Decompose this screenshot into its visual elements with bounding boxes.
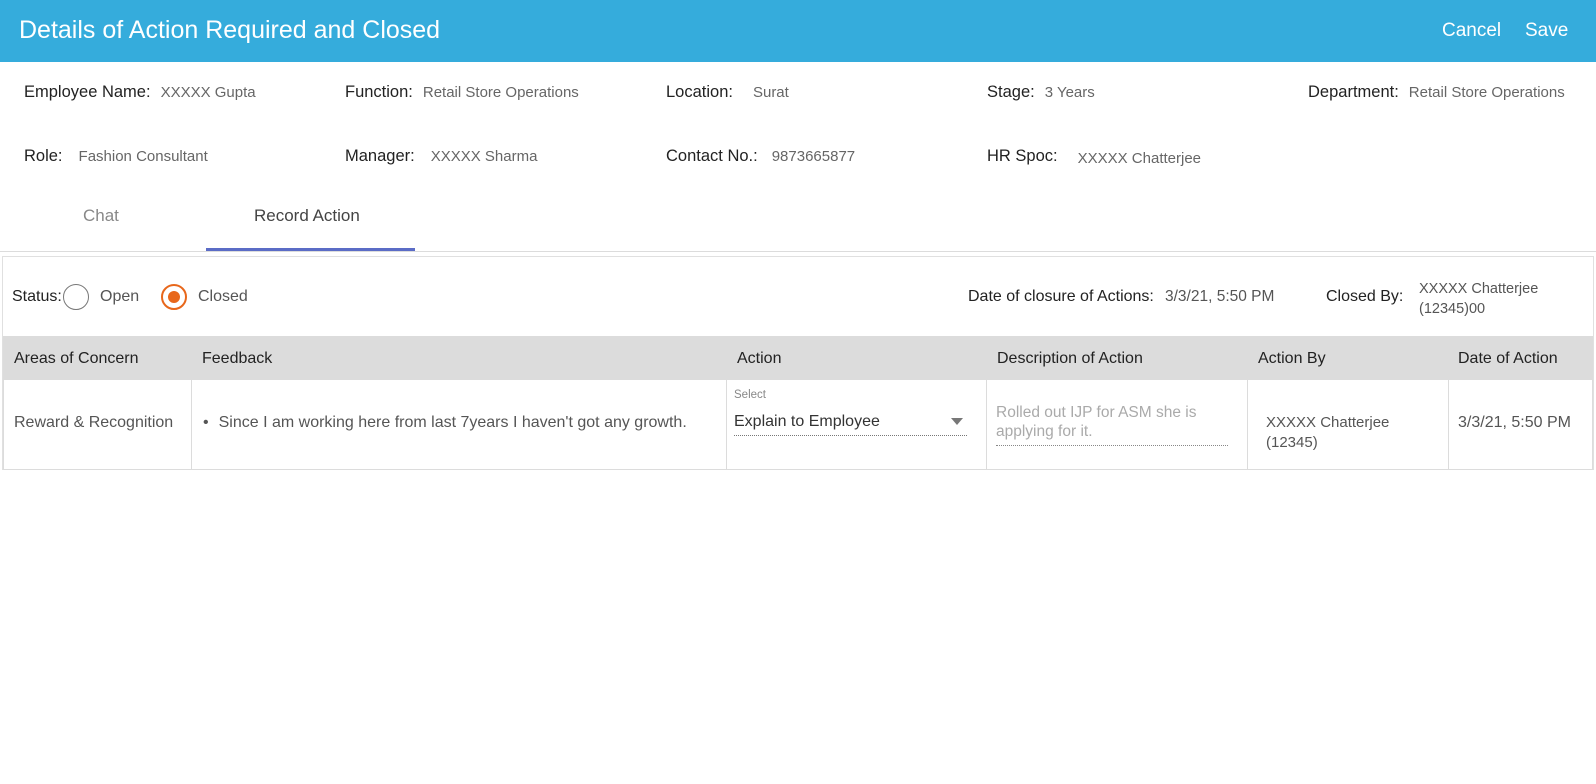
- cell-divider: [1592, 380, 1593, 470]
- hr-spoc-label: HR Spoc:: [987, 147, 1058, 165]
- column-header-description: Description of Action: [997, 350, 1143, 367]
- cell-divider: [1247, 380, 1248, 470]
- column-header-action: Action: [737, 350, 782, 367]
- manager-value: XXXXX Sharma: [430, 148, 538, 165]
- role-value: Fashion Consultant: [78, 148, 208, 165]
- closed-by-value: XXXXX Chatterjee (12345)00: [1419, 281, 1539, 317]
- bullet-icon: •: [203, 414, 209, 431]
- hr-spoc-value: XXXXX Chatterjee: [1077, 150, 1202, 167]
- status-open-label[interactable]: Open: [100, 288, 139, 306]
- location-value: Surat: [752, 84, 789, 101]
- manager-field: Manager: XXXXX Sharma: [345, 147, 537, 166]
- closure-date-value: 3/3/21, 5:50 PM: [1165, 288, 1275, 305]
- function-label: Function:: [345, 83, 413, 101]
- location-label: Location:: [666, 83, 733, 101]
- cell-divider: [191, 380, 192, 470]
- contact-label: Contact No.:: [666, 147, 758, 165]
- column-header-action-by: Action By: [1258, 350, 1326, 367]
- function-value: Retail Store Operations: [422, 84, 579, 101]
- cell-divider: [726, 380, 727, 470]
- app-header: Details of Action Required and Closed Ca…: [0, 0, 1596, 62]
- table-header: Areas of Concern Feedback Action Descrip…: [3, 336, 1593, 380]
- manager-label: Manager:: [345, 147, 415, 165]
- stage-label: Stage:: [987, 83, 1035, 101]
- role-label: Role:: [24, 147, 63, 165]
- status-label: Status:: [12, 288, 62, 305]
- cell-divider: [1448, 380, 1449, 470]
- closure-date-label: Date of closure of Actions:: [968, 288, 1154, 305]
- date-of-action-cell: 3/3/21, 5:50 PM: [1458, 414, 1571, 431]
- status-closed-label[interactable]: Closed: [198, 288, 248, 306]
- function-field: Function: Retail Store Operations: [345, 83, 579, 102]
- save-button[interactable]: Save: [1525, 20, 1568, 42]
- employee-name-value: XXXXX Gupta: [160, 84, 256, 101]
- tab-divider: [0, 251, 1596, 252]
- contact-field: Contact No.: 9873665877: [666, 147, 855, 166]
- employee-name-field: Employee Name: XXXXX Gupta: [24, 83, 256, 102]
- feedback-text: Since I am working here from last 7years…: [218, 414, 687, 431]
- department-value: Retail Store Operations: [1408, 84, 1565, 101]
- hr-spoc-field: HR Spoc: XXXXX Chatterjee: [987, 147, 1202, 167]
- stage-field: Stage: 3 Years: [987, 83, 1095, 102]
- employee-name-label: Employee Name:: [24, 83, 151, 101]
- action-select[interactable]: Explain to Employee: [734, 413, 880, 431]
- description-underline: [996, 445, 1228, 446]
- column-header-feedback: Feedback: [202, 350, 273, 367]
- role-field: Role: Fashion Consultant: [24, 147, 208, 166]
- column-header-areas: Areas of Concern: [14, 350, 139, 367]
- action-select-underline: [734, 435, 967, 436]
- page-title: Details of Action Required and Closed: [19, 16, 441, 44]
- feedback-cell: • Since I am working here from last 7year…: [203, 414, 687, 432]
- status-open-radio[interactable]: [63, 284, 89, 310]
- chevron-down-icon[interactable]: [951, 418, 963, 425]
- department-field: Department: Retail Store Operations: [1308, 83, 1565, 102]
- contact-value: 9873665877: [771, 148, 856, 165]
- tab-chat[interactable]: Chat: [83, 206, 119, 226]
- tab-record-action[interactable]: Record Action: [254, 206, 360, 226]
- location-field: Location: Surat: [666, 83, 789, 102]
- action-by-cell: XXXXX Chatterjee (12345): [1266, 414, 1390, 451]
- action-select-label: Select: [734, 389, 766, 401]
- cell-divider: [3, 380, 4, 470]
- stage-value: 3 Years: [1044, 84, 1095, 101]
- description-input[interactable]: Rolled out IJP for ASM she is applying f…: [996, 403, 1228, 441]
- radio-selected-dot: [168, 291, 180, 303]
- department-label: Department:: [1308, 83, 1399, 101]
- cancel-button[interactable]: Cancel: [1442, 20, 1501, 42]
- cell-divider: [986, 380, 987, 470]
- area-of-concern-cell: Reward & Recognition: [14, 414, 174, 431]
- column-header-date: Date of Action: [1458, 350, 1558, 367]
- status-closed-radio[interactable]: [161, 284, 187, 310]
- closed-by-label: Closed By:: [1326, 288, 1404, 305]
